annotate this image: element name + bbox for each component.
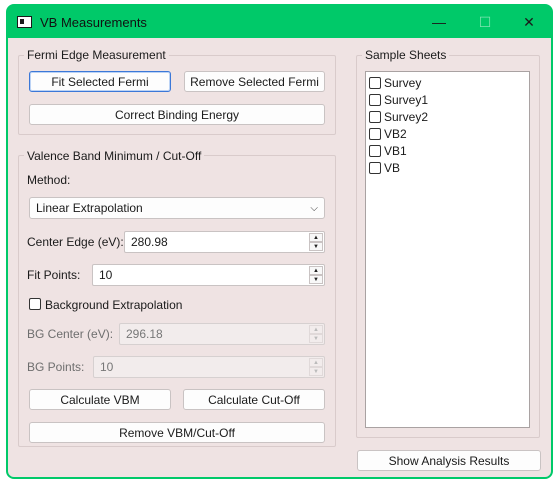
app-window-icon [17,16,32,28]
fermi-edge-group-title: Fermi Edge Measurement [24,48,169,62]
calculate-cutoff-button[interactable]: Calculate Cut-Off [183,389,325,410]
center-edge-stepper[interactable]: ▲ ▼ [309,233,323,251]
list-item[interactable]: Survey2 [369,109,428,125]
spin-down-icon[interactable]: ▼ [309,275,323,284]
sample-sheets-list[interactable]: Survey Survey1 Survey2 VB2 VB1 VB [365,71,530,428]
spin-down-icon: ▼ [309,367,323,376]
fit-points-value: 10 [99,268,113,282]
maximize-icon: ☐ [478,13,492,30]
sheet-checkbox[interactable] [369,128,381,140]
maximize-button[interactable]: ☐ [462,9,508,35]
close-button[interactable]: ✕ [506,9,552,35]
fit-selected-fermi-button[interactable]: Fit Selected Fermi [29,71,171,92]
bg-center-label: BG Center (eV): [27,327,114,341]
valence-band-group-title: Valence Band Minimum / Cut-Off [24,149,205,163]
show-analysis-results-button[interactable]: Show Analysis Results [357,450,541,471]
spin-up-icon[interactable]: ▲ [309,233,323,242]
center-edge-spinbox[interactable]: 280.98 ▲ ▼ [124,231,325,253]
method-select[interactable]: Linear Extrapolation ⌵ [29,197,325,219]
sheet-checkbox[interactable] [369,145,381,157]
window-title: VB Measurements [40,15,147,30]
method-label: Method: [27,173,71,187]
list-item[interactable]: Survey [369,75,421,91]
list-item[interactable]: VB2 [369,126,407,142]
sheet-label: Survey1 [384,93,429,107]
fit-points-label: Fit Points: [27,268,81,282]
spin-down-icon: ▼ [309,334,323,343]
title-bar[interactable]: VB Measurements — ☐ ✕ [6,4,553,38]
window-client-area: Fermi Edge Measurement Fit Selected Ferm… [8,38,551,477]
bg-points-value: 10 [100,360,114,374]
fit-points-spinbox[interactable]: 10 ▲ ▼ [92,264,325,286]
sheet-label: Survey2 [384,110,429,124]
center-edge-value: 280.98 [131,235,168,249]
correct-binding-energy-button[interactable]: Correct Binding Energy [29,104,325,125]
bg-center-stepper: ▲ ▼ [309,325,323,343]
bg-points-label: BG Points: [27,360,85,374]
sheet-checkbox[interactable] [369,94,381,106]
sheet-checkbox[interactable] [369,111,381,123]
spin-down-icon[interactable]: ▼ [309,242,323,251]
spin-up-icon[interactable]: ▲ [309,266,323,275]
bg-points-spinbox: 10 ▲ ▼ [93,356,325,378]
bg-points-stepper: ▲ ▼ [309,358,323,376]
sheet-checkbox[interactable] [369,162,381,174]
background-extrapolation-label[interactable]: Background Extrapolation [45,298,182,312]
chevron-down-icon: ⌵ [310,203,318,214]
bg-center-value: 296.18 [126,327,163,341]
list-item[interactable]: Survey1 [369,92,428,108]
bg-center-spinbox: 296.18 ▲ ▼ [119,323,325,345]
center-edge-label: Center Edge (eV): [27,235,124,249]
minimize-icon: — [432,14,446,30]
calculate-vbm-button[interactable]: Calculate VBM [29,389,171,410]
app-window: VB Measurements — ☐ ✕ Fermi Edge Measure… [6,4,553,479]
minimize-button[interactable]: — [416,9,462,35]
sheet-label: VB2 [384,127,407,141]
sheet-label: VB1 [384,144,407,158]
sample-sheets-group-title: Sample Sheets [362,48,450,62]
spin-up-icon: ▲ [309,358,323,367]
sheet-checkbox[interactable] [369,77,381,89]
list-item[interactable]: VB1 [369,143,407,159]
fit-points-stepper[interactable]: ▲ ▼ [309,266,323,284]
spin-up-icon: ▲ [309,325,323,334]
remove-vbm-cutoff-button[interactable]: Remove VBM/Cut-Off [29,422,325,443]
remove-selected-fermi-button[interactable]: Remove Selected Fermi [184,71,325,92]
close-icon: ✕ [523,13,535,30]
sheet-label: VB [384,161,401,175]
sheet-label: Survey [384,76,422,90]
list-item[interactable]: VB [369,160,400,176]
method-select-value: Linear Extrapolation [36,201,143,215]
background-extrapolation-checkbox[interactable] [29,298,41,310]
